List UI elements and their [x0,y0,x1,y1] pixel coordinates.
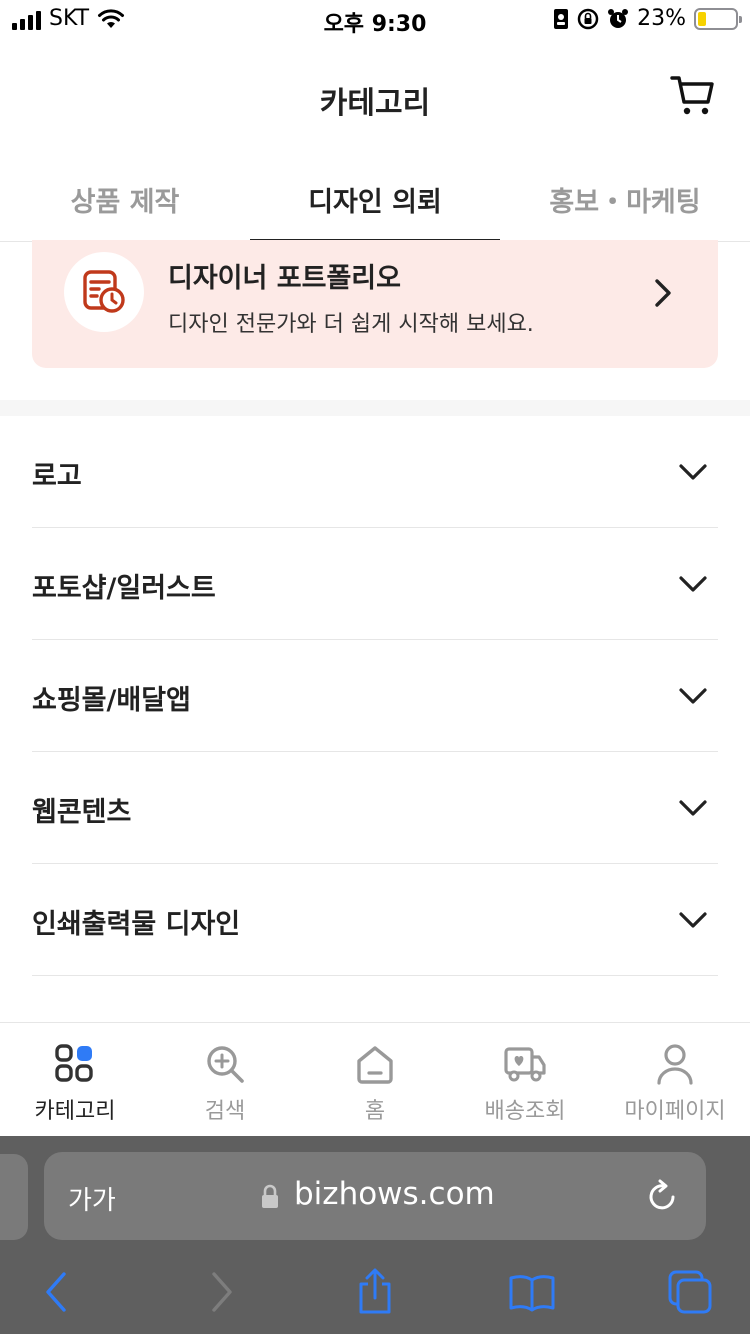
list-item-label: 쇼핑몰/배달앱 [32,685,191,716]
battery-icon [694,7,742,30]
list-item-label: 웹콘텐츠 [32,797,132,828]
safari-bottom-bar: 가가 bizhows.com [0,1136,750,1334]
list-item-photoshop-illust[interactable]: 포토샵/일러스트 [32,528,718,640]
list-item-label: 로고 [32,461,82,492]
forward-icon[interactable] [196,1268,244,1316]
section-divider [0,400,750,416]
url-text: bizhows.com [294,1176,495,1212]
nav-item-category[interactable]: 카테고리 [0,1023,150,1136]
chevron-down-icon [679,688,707,704]
bottom-nav: 카테고리 검색 홈 배송조회 마이페이지 [0,1022,750,1136]
banner-icon-circle [64,252,144,332]
previous-tab-preview[interactable] [0,1154,28,1240]
banner-subtitle: 디자인 전문가와 더 쉽게 시작해 보세요. [168,312,534,337]
nav-item-home[interactable]: 홈 [300,1023,450,1136]
nav-item-search[interactable]: 검색 [150,1023,300,1136]
bookmarks-icon[interactable] [508,1268,556,1316]
safari-toolbar [0,1264,750,1324]
lock-icon [262,1184,278,1208]
list-item-print-design[interactable]: 인쇄출력물 디자인 [32,864,718,976]
designer-portfolio-banner[interactable]: 디자이너 포트폴리오 디자인 전문가와 더 쉽게 시작해 보세요. [32,240,718,368]
tab-promotion-marketing[interactable]: 홍보・마케팅 [500,150,750,241]
page-header: 카테고리 [0,40,750,150]
delivery-truck-icon [504,1047,546,1082]
nav-label: 홈 [364,1099,386,1124]
tabs-icon[interactable] [666,1268,714,1316]
chevron-down-icon [679,912,707,928]
chevron-down-icon [679,576,707,592]
category-icon [55,1044,93,1082]
chevron-down-icon [679,464,707,480]
nav-label: 카테고리 [34,1099,116,1124]
nav-item-mypage[interactable]: 마이페이지 [600,1023,750,1136]
share-icon[interactable] [351,1268,399,1316]
list-item-shoppingmall-delivery[interactable]: 쇼핑몰/배달앱 [32,640,718,752]
nav-label: 배송조회 [484,1099,566,1124]
status-bar-right: 23% [553,6,742,31]
alarm-icon [608,8,629,28]
address-bar[interactable]: 가가 bizhows.com [44,1152,706,1240]
back-icon[interactable] [34,1268,82,1316]
home-icon [357,1046,393,1084]
text-size-button[interactable]: 가가 [68,1180,116,1217]
list-item-label: 인쇄출력물 디자인 [32,909,241,940]
status-bar: SKT 오후 9:30 23% [0,0,750,40]
search-icon [207,1046,244,1083]
page-title: 카테고리 [319,86,431,121]
nav-label: 검색 [204,1099,246,1124]
list-item-web-content[interactable]: 웹콘텐츠 [32,752,718,864]
tab-product-production[interactable]: 상품 제작 [0,150,250,241]
banner-title: 디자이너 포트폴리오 [168,263,401,294]
rotation-lock-icon [577,8,599,29]
category-tabs: 상품 제작 디자인 의뢰 홍보・마케팅 [0,150,750,242]
nav-item-delivery[interactable]: 배송조회 [450,1023,600,1136]
cart-icon[interactable] [670,72,716,118]
tab-design-request[interactable]: 디자인 의뢰 [250,150,500,242]
battery-percent: 23% [637,6,686,31]
nav-label: 마이페이지 [624,1099,726,1124]
list-item-label: 포토샵/일러스트 [32,573,216,604]
reload-icon[interactable] [644,1176,680,1214]
category-list: 로고 포토샵/일러스트 쇼핑몰/배달앱 웹콘텐츠 인쇄출력물 디자인 [32,416,718,976]
chevron-right-icon [655,279,671,307]
battery-fill [698,11,706,26]
portrait-icon [554,8,569,29]
list-item-logo[interactable]: 로고 [32,416,718,528]
portfolio-clock-icon [83,270,125,313]
user-icon [657,1044,693,1085]
chevron-down-icon [679,800,707,816]
